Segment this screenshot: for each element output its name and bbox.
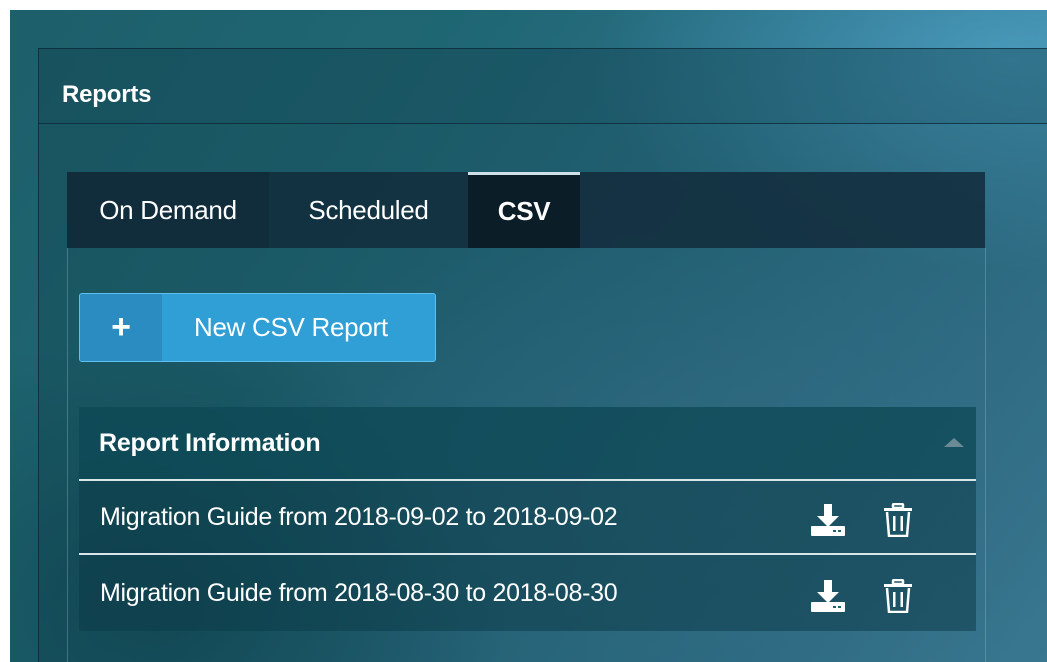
section-title: Report Information bbox=[99, 429, 321, 457]
list-item: Migration Guide from 2018-08-30 to 2018-… bbox=[79, 557, 976, 631]
tab-on-demand[interactable]: On Demand bbox=[67, 172, 269, 248]
new-csv-report-label: New CSV Report bbox=[194, 312, 388, 342]
tab-csv[interactable]: CSV bbox=[468, 172, 580, 248]
trash-icon[interactable] bbox=[880, 503, 916, 537]
tab-bar: On Demand Scheduled CSV bbox=[67, 172, 985, 248]
report-information-header[interactable]: Report Information bbox=[79, 407, 976, 481]
report-information-section: Report Information Migration Guide from … bbox=[79, 407, 976, 631]
download-icon[interactable] bbox=[810, 503, 846, 537]
report-name: Migration Guide from 2018-08-30 to 2018-… bbox=[100, 579, 618, 607]
trash-icon[interactable] bbox=[880, 579, 916, 613]
report-name: Migration Guide from 2018-09-02 to 2018-… bbox=[100, 503, 618, 531]
download-icon[interactable] bbox=[810, 579, 846, 613]
new-csv-report-button[interactable]: + New CSV Report bbox=[79, 293, 436, 362]
plus-icon: + bbox=[80, 294, 162, 361]
list-item: Migration Guide from 2018-09-02 to 2018-… bbox=[79, 481, 976, 555]
page-title: Reports bbox=[62, 81, 152, 108]
panel-header: Reports bbox=[39, 49, 1047, 124]
tab-scheduled[interactable]: Scheduled bbox=[269, 172, 468, 248]
caret-up-icon[interactable] bbox=[944, 438, 964, 447]
